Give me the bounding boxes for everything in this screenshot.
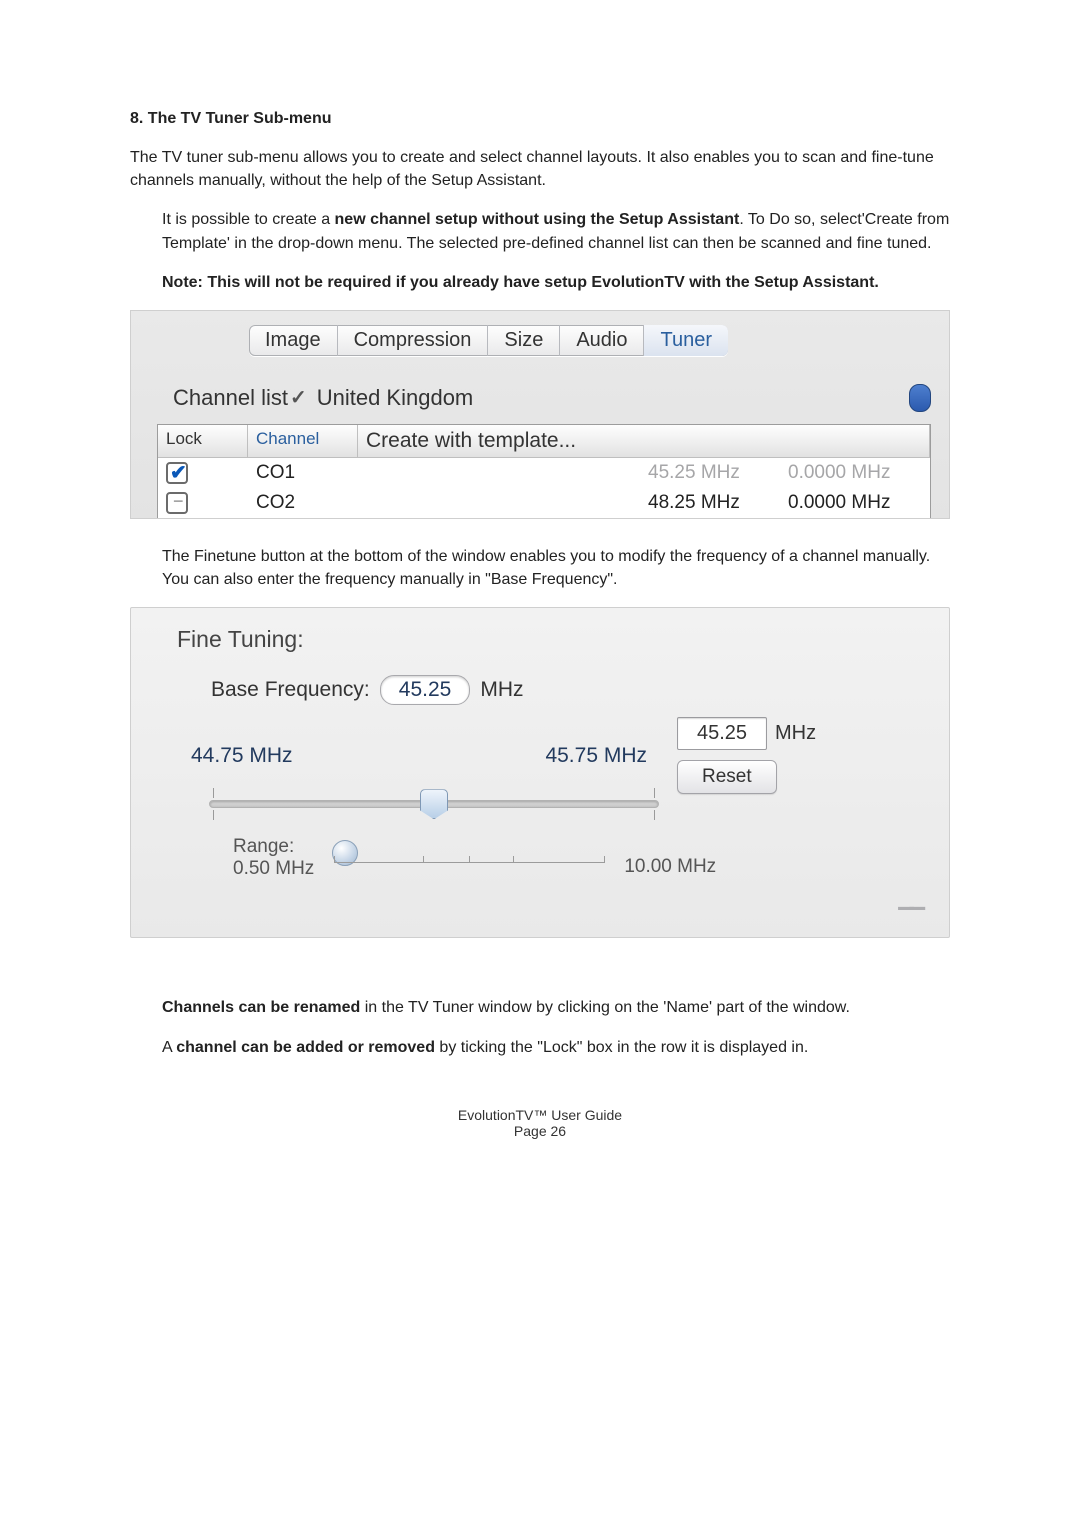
checkbox-checked-icon[interactable]: [166, 462, 188, 484]
fine-tuning-screenshot: Fine Tuning: Base Frequency: 45.25 MHz 4…: [130, 607, 950, 938]
channel-list-selector[interactable]: Channel list ✓ United Kingdom: [173, 384, 931, 412]
range-max: 10.00 MHz: [624, 856, 716, 880]
tab-compression[interactable]: Compression: [338, 325, 489, 356]
tab-tuner[interactable]: Tuner: [644, 325, 728, 356]
scale-max-label: 45.75 MHz: [434, 744, 677, 768]
text: by ticking the "Lock" box in the row it …: [435, 1039, 808, 1056]
base-frequency-label: Base Frequency:: [211, 678, 370, 702]
footer-title: EvolutionTV™ User Guide: [130, 1107, 950, 1123]
channel-cell[interactable]: CO2: [248, 488, 358, 518]
base-frequency-input[interactable]: 45.25: [380, 675, 471, 705]
freq-cell: 45.25 MHz: [640, 458, 780, 488]
tab-image[interactable]: Image: [249, 325, 338, 356]
col-lock[interactable]: Lock: [158, 425, 248, 458]
current-frequency-value: 45.25: [677, 717, 767, 750]
range-track: [334, 862, 604, 863]
rename-paragraph: Channels can be renamed in the TV Tuner …: [130, 996, 950, 1019]
lock-cell[interactable]: [158, 458, 248, 488]
section-heading: 8. The TV Tuner Sub-menu: [130, 110, 950, 128]
footer-page-number: 26: [551, 1123, 567, 1139]
range-min: 0.50 MHz: [233, 858, 314, 880]
resize-grip-icon[interactable]: ▁▁: [177, 886, 921, 911]
tab-bar: Image Compression Size Audio Tuner: [249, 325, 728, 356]
table-header: Lock Channel Create with template...: [158, 425, 930, 458]
fine-cell: 0.0000 MHz: [780, 488, 930, 518]
bold-text: Channels can be renamed: [162, 999, 360, 1016]
check-icon: ✓: [290, 385, 307, 410]
fine-tuning-title: Fine Tuning:: [177, 626, 921, 653]
selected-country: United Kingdom: [317, 385, 474, 411]
channel-list-label: Channel list: [173, 385, 288, 411]
bold-text: Note: This will not be required if you a…: [162, 274, 879, 291]
note-paragraph: Note: This will not be required if you a…: [130, 271, 950, 294]
page-footer: EvolutionTV™ User Guide Page 26: [130, 1107, 950, 1139]
channel-list-screenshot: Image Compression Size Audio Tuner Chann…: [130, 310, 950, 519]
tab-audio[interactable]: Audio: [560, 325, 644, 356]
instruction-paragraph: It is possible to create a new channel s…: [130, 208, 950, 254]
channel-cell[interactable]: CO1: [248, 458, 358, 488]
add-remove-paragraph: A channel can be added or removed by tic…: [130, 1036, 950, 1059]
base-frequency-row: Base Frequency: 45.25 MHz: [211, 675, 921, 705]
bold-text: channel can be added or removed: [176, 1039, 435, 1056]
reset-button[interactable]: Reset: [677, 760, 777, 794]
footer-page-label: Page: [514, 1123, 551, 1139]
frequency-slider[interactable]: [191, 782, 677, 826]
range-slider[interactable]: [334, 838, 604, 878]
freq-cell: 48.25 MHz: [640, 488, 780, 518]
frequency-scale: 44.75 MHz 45.75 MHz 45.25 MHz Reset: [191, 717, 907, 826]
lock-cell[interactable]: [158, 488, 248, 518]
scale-min-label: 44.75 MHz: [191, 744, 434, 768]
intro-paragraph: The TV tuner sub-menu allows you to crea…: [130, 146, 950, 192]
text: It is possible to create a: [162, 211, 335, 228]
checkbox-mixed-icon[interactable]: [166, 492, 188, 514]
scroll-indicator[interactable]: [909, 384, 931, 412]
create-template-menu-item[interactable]: Create with template...: [358, 425, 930, 458]
slider-thumb-icon[interactable]: [420, 789, 448, 819]
table-row[interactable]: CO2 48.25 MHz 0.0000 MHz: [158, 488, 930, 518]
text: in the TV Tuner window by clicking on th…: [360, 999, 850, 1016]
fine-cell: 0.0000 MHz: [780, 458, 930, 488]
base-frequency-value: 45.25: [399, 678, 452, 702]
base-frequency-unit: MHz: [480, 678, 523, 702]
table-row[interactable]: CO1 45.25 MHz 0.0000 MHz: [158, 458, 930, 488]
col-channel[interactable]: Channel: [248, 425, 358, 458]
current-frequency-unit: MHz: [775, 722, 816, 745]
mid-paragraph: The Finetune button at the bottom of the…: [130, 545, 950, 591]
bold-text: new channel setup without using the Setu…: [335, 211, 740, 228]
tab-size[interactable]: Size: [488, 325, 560, 356]
range-label: Range:: [233, 836, 314, 858]
channel-table: Lock Channel Create with template... CO1…: [157, 424, 931, 518]
text: A: [162, 1039, 176, 1056]
range-row: Range: 0.50 MHz 10.00 MHz: [233, 836, 921, 880]
